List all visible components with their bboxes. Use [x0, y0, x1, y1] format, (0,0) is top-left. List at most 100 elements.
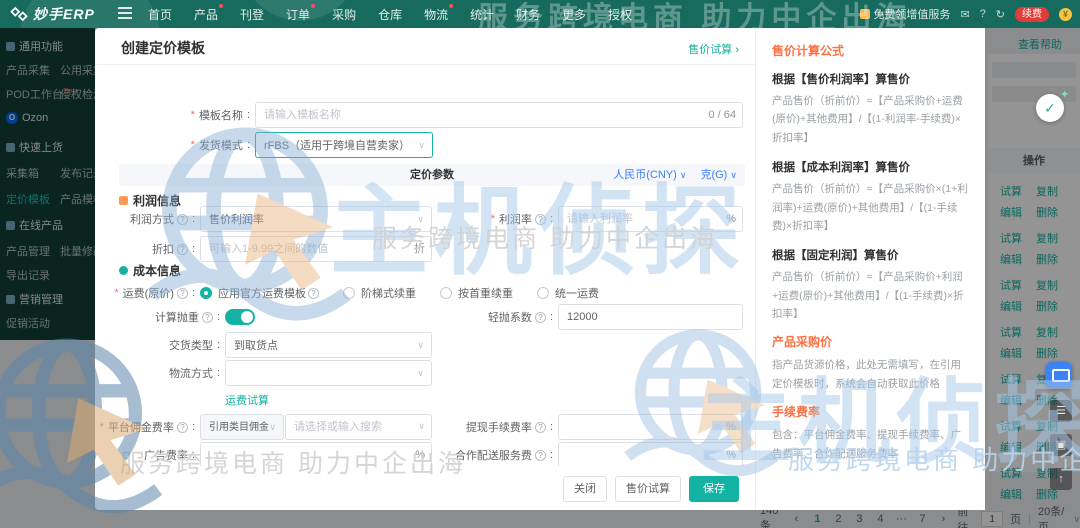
info-icon[interactable] — [176, 243, 188, 255]
price-trial-link[interactable]: 售价试算 › — [688, 41, 739, 57]
save-button[interactable]: 保存 — [689, 476, 739, 502]
freight-option-flat[interactable]: 统一运费 — [537, 285, 599, 301]
nav-item[interactable]: 订单 — [286, 3, 316, 23]
nav-item[interactable]: 仓库 — [378, 6, 402, 23]
close-button[interactable]: 关闭 — [563, 476, 607, 502]
info-icon[interactable] — [201, 311, 213, 323]
info-icon[interactable] — [534, 449, 546, 461]
modal-title: 创建定价模板 — [121, 40, 205, 56]
nav-item[interactable]: 财务 — [516, 6, 540, 23]
formula-body: 产品售价（折前价）=【产品采购价+运费(原价)+其他费用】/【(1-利润率-手续… — [772, 95, 963, 144]
help-icon[interactable]: ? — [980, 8, 986, 20]
info-icon[interactable] — [176, 421, 188, 433]
ad-rate-label: 广告费率 — [95, 442, 195, 466]
delivery-type-label: 交货类型 — [120, 332, 220, 358]
pricing-params-bar: 定价参数 人民币(CNY) ∨ 克(G) ∨ — [119, 164, 745, 186]
purchase-price-body: 指产品货源价格，此处无需填写，在引用定价模板时，系统会自动获取此价格 — [772, 359, 961, 390]
commission-label: 平台佣金费率 — [95, 414, 195, 440]
free-gift-link[interactable]: 免费领增值服务 — [860, 6, 950, 22]
radio-icon — [343, 287, 355, 299]
fee-rate-heading: 手续费率 — [772, 405, 821, 420]
formula-heading: 根据【售价利润率】算售价 — [772, 74, 910, 86]
brand-logo[interactable]: 妙手ERP — [10, 4, 95, 24]
formula-panel-title: 售价计算公式 — [772, 44, 845, 58]
nav-item[interactable]: 首页 — [148, 6, 172, 23]
freight-option-firstweight[interactable]: 按首重续重 — [440, 285, 513, 301]
menu-toggle-icon[interactable] — [118, 7, 132, 19]
template-name-input[interactable] — [255, 102, 743, 128]
section-icon — [119, 266, 128, 275]
nav-item[interactable]: 刊登 — [240, 6, 264, 23]
cost-section-header: 成本信息 — [119, 262, 181, 279]
formula-heading: 根据【固定利润】算售价 — [772, 250, 899, 263]
commission-search-input[interactable] — [285, 414, 432, 440]
chevron-down-icon: ∨ — [730, 170, 737, 180]
nav-item[interactable]: 采购 — [332, 6, 356, 23]
withdraw-fee-input[interactable] — [558, 414, 743, 440]
info-icon[interactable] — [534, 311, 546, 323]
logistics-select[interactable]: ∨ — [225, 360, 432, 386]
radio-icon — [537, 287, 549, 299]
info-icon[interactable] — [176, 287, 188, 299]
brand-name: 妙手ERP — [33, 6, 95, 22]
pricing-formula-panel: 售价计算公式 根据【售价利润率】算售价 产品售价（折前价）=【产品采购价+运费(… — [755, 28, 985, 510]
coop-fee-label: 合作配送服务费 — [435, 442, 553, 466]
discount-input[interactable] — [200, 236, 432, 262]
modal-footer: 关闭 售价试算 保存 — [95, 466, 755, 510]
delivery-mode-select[interactable]: rFBS（适用于跨境自营卖家） ∨ — [255, 132, 433, 158]
nav-menu: 首页 产品 刊登 订单 采购 仓库 物流 统计 财务 更多 授权 — [148, 0, 632, 28]
logistics-label: 物流方式 — [120, 360, 220, 386]
formula-body: 产品售价（折前价）=【产品采购价×(1+利润率)+运费(原价)+其他费用】/【(… — [772, 183, 968, 232]
modal-body: 模板名称 0 / 64 发货模式 rFBS（适用于跨境自营卖家）∨ 定价参数 人… — [95, 64, 755, 466]
logo-icon — [10, 6, 28, 22]
chevron-down-icon: ∨ — [417, 368, 424, 378]
weight-unit-select[interactable]: 克(G) ∨ — [700, 164, 737, 186]
price-trial-button[interactable]: 售价试算 — [615, 476, 681, 502]
chevron-down-icon: ∨ — [679, 170, 687, 180]
back-to-top-button[interactable]: ↑ — [1050, 468, 1072, 490]
message-icon[interactable]: ✉ — [960, 8, 969, 21]
currency-select[interactable]: 人民币(CNY) ∨ — [613, 164, 686, 186]
discount-label: 折扣 — [95, 236, 195, 262]
refresh-icon[interactable]: ↻ — [996, 8, 1005, 21]
nav-item[interactable]: 更多 — [562, 6, 586, 23]
info-icon[interactable] — [308, 287, 319, 299]
throw-weight-toggle[interactable] — [225, 309, 255, 325]
profit-method-select[interactable]: 售价利润率 ∨ — [200, 206, 432, 232]
chat-widget-button[interactable] — [1046, 362, 1072, 388]
freight-option-official[interactable]: 应用官方运费模板 — [200, 285, 319, 301]
feedback-button[interactable]: ▣ — [1050, 434, 1072, 456]
freight-trial-link[interactable]: 运费试算 — [225, 392, 269, 408]
nav-item[interactable]: 统计 — [470, 6, 494, 23]
radio-icon — [200, 287, 212, 299]
info-icon[interactable] — [534, 421, 546, 433]
freight-option-tiered[interactable]: 阶梯式续重 — [343, 285, 416, 301]
sparkle-icon: ✦ — [1060, 89, 1070, 101]
chevron-down-icon: ∨ — [418, 140, 425, 150]
chevron-down-icon: ∨ — [417, 340, 424, 350]
create-pricing-template-modal: 创建定价模板 售价试算 › 模板名称 0 / 64 发货模式 rFBS（适用于跨… — [95, 28, 755, 510]
top-navbar: 妙手ERP 首页 产品 刊登 订单 采购 仓库 物流 统计 财务 更多 授权 免费领增值服务 ✉ ?… — [0, 0, 1080, 28]
navbar-right: 免费领增值服务 ✉ ? ↻ 续费 ¥ — [860, 0, 1072, 28]
profit-method-label: 利润方式 — [95, 206, 195, 232]
info-icon[interactable] — [534, 213, 546, 225]
commission-type-select[interactable]: 引用类目佣金 ∨ — [200, 414, 284, 440]
chevron-down-icon: ∨ — [418, 421, 425, 431]
coin-icon[interactable]: ¥ — [1059, 7, 1072, 21]
nav-item[interactable]: 产品 — [194, 3, 224, 23]
ad-rate-input[interactable] — [200, 442, 432, 466]
profit-rate-input[interactable] — [558, 206, 743, 232]
chevron-down-icon: ∨ — [417, 214, 424, 224]
app-root: 妙手ERP 首页 产品 刊登 订单 采购 仓库 物流 统计 财务 更多 授权 免费领增值服务 ✉ ?… — [0, 0, 1080, 528]
nav-item[interactable]: 授权 — [608, 6, 632, 23]
coop-fee-input[interactable] — [558, 442, 743, 466]
template-name-label: 模板名称 — [115, 102, 250, 128]
delivery-type-select[interactable]: 到取货点 ∨ — [225, 332, 432, 358]
info-icon[interactable] — [176, 213, 188, 225]
nav-item[interactable]: 物流 — [424, 3, 454, 23]
renew-badge[interactable]: 续费 — [1015, 6, 1049, 22]
gift-icon — [860, 9, 871, 19]
throw-factor-input[interactable] — [558, 304, 743, 330]
customer-service-button[interactable]: ☰ — [1050, 400, 1072, 422]
delivery-mode-label: 发货模式 — [115, 132, 250, 158]
